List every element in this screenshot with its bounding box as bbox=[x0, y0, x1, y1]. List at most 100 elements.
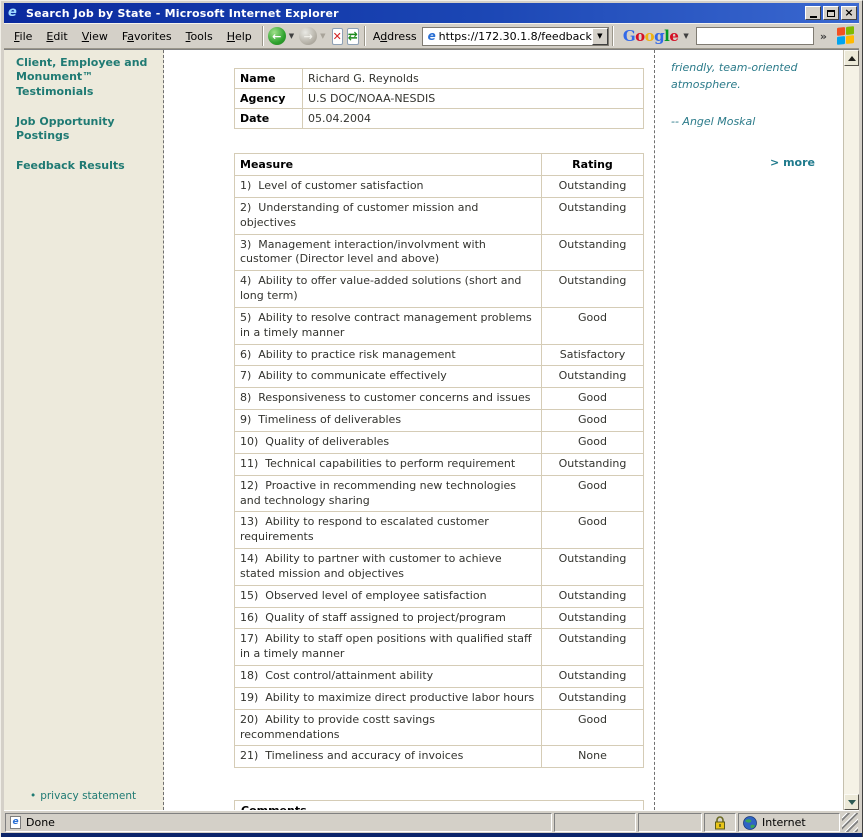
measure-rating: None bbox=[542, 746, 644, 768]
menu-bar: File Edit View Favorites Tools Help bbox=[7, 28, 259, 45]
google-search-input[interactable] bbox=[696, 27, 814, 45]
stop-button[interactable]: ✕ bbox=[332, 28, 343, 45]
measure-rating: Good bbox=[542, 388, 644, 410]
measure-text: 10) Quality of deliverables bbox=[235, 431, 542, 453]
status-segment bbox=[638, 813, 702, 832]
measure-row: 19) Ability to maximize direct productiv… bbox=[235, 687, 644, 709]
measure-text: 14) Ability to partner with customer to … bbox=[235, 549, 542, 586]
more-link[interactable]: > more bbox=[671, 156, 829, 169]
measure-rating: Good bbox=[542, 307, 644, 344]
measure-row: 5) Ability to resolve contract managemen… bbox=[235, 307, 644, 344]
measure-rating: Outstanding bbox=[542, 271, 644, 308]
status-text: Done bbox=[26, 816, 55, 829]
forward-dropdown-icon[interactable]: ▼ bbox=[317, 32, 328, 40]
vertical-scrollbar[interactable] bbox=[843, 50, 859, 810]
google-dropdown-icon[interactable]: ▼ bbox=[680, 32, 691, 40]
status-bar: e Done Internet bbox=[4, 810, 859, 833]
back-button[interactable]: ← ▼ bbox=[268, 27, 297, 45]
measure-text: 11) Technical capabilities to perform re… bbox=[235, 453, 542, 475]
back-icon: ← bbox=[268, 27, 286, 45]
scroll-up-button[interactable] bbox=[844, 50, 859, 66]
refresh-button[interactable]: ⇄ bbox=[347, 28, 359, 45]
measure-rating: Outstanding bbox=[542, 366, 644, 388]
menu-toolbar: File Edit View Favorites Tools Help ← ▼ … bbox=[4, 23, 859, 49]
google-logo[interactable]: Google bbox=[623, 27, 679, 45]
close-icon: × bbox=[844, 8, 853, 18]
resize-grip[interactable] bbox=[842, 813, 858, 832]
measure-text: 16) Quality of staff assigned to project… bbox=[235, 607, 542, 629]
zone-text: Internet bbox=[762, 816, 806, 829]
measure-row: 16) Quality of staff assigned to project… bbox=[235, 607, 644, 629]
menu-item[interactable]: File bbox=[7, 28, 39, 45]
measure-row: 2) Understanding of customer mission and… bbox=[235, 197, 644, 234]
measures-header-row: Measure Rating bbox=[235, 154, 644, 176]
measure-row: 13) Ability to respond to escalated cust… bbox=[235, 512, 644, 549]
measure-text: 19) Ability to maximize direct productiv… bbox=[235, 687, 542, 709]
measure-rating: Outstanding bbox=[542, 629, 644, 666]
toolbar-overflow-chevron[interactable]: » bbox=[818, 30, 833, 43]
measure-row: 9) Timeliness of deliverables Good bbox=[235, 410, 644, 432]
measure-rating: Outstanding bbox=[542, 176, 644, 198]
measure-row: 8) Responsiveness to customer concerns a… bbox=[235, 388, 644, 410]
address-bar[interactable]: e https://172.30.1.8/feedback ▼ bbox=[422, 27, 609, 46]
measure-row: 14) Ability to partner with customer to … bbox=[235, 549, 644, 586]
measure-rating: Outstanding bbox=[542, 234, 644, 271]
sidebar-nav-link[interactable]: Feedback Results bbox=[16, 159, 155, 173]
measure-text: 2) Understanding of customer mission and… bbox=[235, 197, 542, 234]
menu-item[interactable]: Favorites bbox=[115, 28, 179, 45]
forward-icon: → bbox=[299, 27, 317, 45]
document-icon: e bbox=[10, 816, 21, 829]
address-input[interactable]: https://172.30.1.8/feedback bbox=[439, 30, 592, 43]
menu-item[interactable]: Edit bbox=[39, 28, 74, 45]
info-value: U.S DOC/NOAA-NESDIS bbox=[303, 89, 644, 109]
measure-row: 18) Cost control/attainment ability Outs… bbox=[235, 666, 644, 688]
up-arrow-icon bbox=[848, 56, 856, 61]
page-icon: e bbox=[425, 29, 439, 43]
minimize-button[interactable] bbox=[805, 6, 821, 20]
measure-rating: Outstanding bbox=[542, 453, 644, 475]
address-dropdown-button[interactable]: ▼ bbox=[592, 28, 608, 45]
info-row: Agency U.S DOC/NOAA-NESDIS bbox=[235, 89, 644, 109]
windows-flag-icon bbox=[837, 26, 854, 46]
measure-rating: Satisfactory bbox=[542, 344, 644, 366]
measure-rating: Good bbox=[542, 709, 644, 746]
back-dropdown-icon[interactable]: ▼ bbox=[286, 32, 297, 40]
comments-section: Comments bbox=[234, 800, 644, 810]
info-value: 05.04.2004 bbox=[303, 109, 644, 129]
measure-text: 7) Ability to communicate effectively bbox=[235, 366, 542, 388]
measure-text: 13) Ability to respond to escalated cust… bbox=[235, 512, 542, 549]
forward-button[interactable]: → ▼ bbox=[299, 27, 328, 45]
measure-rating: Outstanding bbox=[542, 549, 644, 586]
menu-item[interactable]: View bbox=[75, 28, 115, 45]
measures-table: Measure Rating 1) Level of customer sati… bbox=[234, 153, 644, 768]
measure-rating: Good bbox=[542, 512, 644, 549]
ie-logo-icon: e bbox=[8, 6, 22, 20]
measure-row: 17) Ability to staff open positions with… bbox=[235, 629, 644, 666]
sidebar-nav-link[interactable]: Client, Employee and Monument™ Testimoni… bbox=[16, 56, 155, 99]
testimonial-panel: friendly, team-oriented atmosphere. -- A… bbox=[654, 50, 843, 810]
lock-icon bbox=[714, 816, 726, 830]
minimize-icon bbox=[810, 16, 817, 18]
globe-icon bbox=[743, 816, 757, 830]
info-row: Name Richard G. Reynolds bbox=[235, 69, 644, 89]
measure-rating: Good bbox=[542, 475, 644, 512]
window-bottom-edge bbox=[1, 833, 862, 837]
testimonial-text: friendly, team-oriented atmosphere. bbox=[671, 60, 829, 93]
measure-row: 7) Ability to communicate effectively Ou… bbox=[235, 366, 644, 388]
menu-item[interactable]: Help bbox=[220, 28, 259, 45]
info-value: Richard G. Reynolds bbox=[303, 69, 644, 89]
close-button[interactable]: × bbox=[841, 6, 857, 20]
bullet-icon: • bbox=[30, 790, 36, 802]
measure-row: 20) Ability to provide costt savings rec… bbox=[235, 709, 644, 746]
maximize-button[interactable] bbox=[823, 6, 839, 20]
scroll-down-button[interactable] bbox=[844, 794, 859, 810]
left-sidebar: Client, Employee and Monument™ Testimoni… bbox=[4, 50, 164, 810]
menu-item[interactable]: Tools bbox=[179, 28, 220, 45]
info-label: Name bbox=[235, 69, 303, 89]
measure-text: 12) Proactive in recommending new techno… bbox=[235, 475, 542, 512]
measure-text: 17) Ability to staff open positions with… bbox=[235, 629, 542, 666]
maximize-icon bbox=[827, 10, 835, 17]
privacy-statement-link[interactable]: •privacy statement bbox=[30, 790, 136, 802]
sidebar-nav-link[interactable]: Job Opportunity Postings bbox=[16, 115, 155, 144]
scrollbar-track[interactable] bbox=[844, 66, 859, 794]
